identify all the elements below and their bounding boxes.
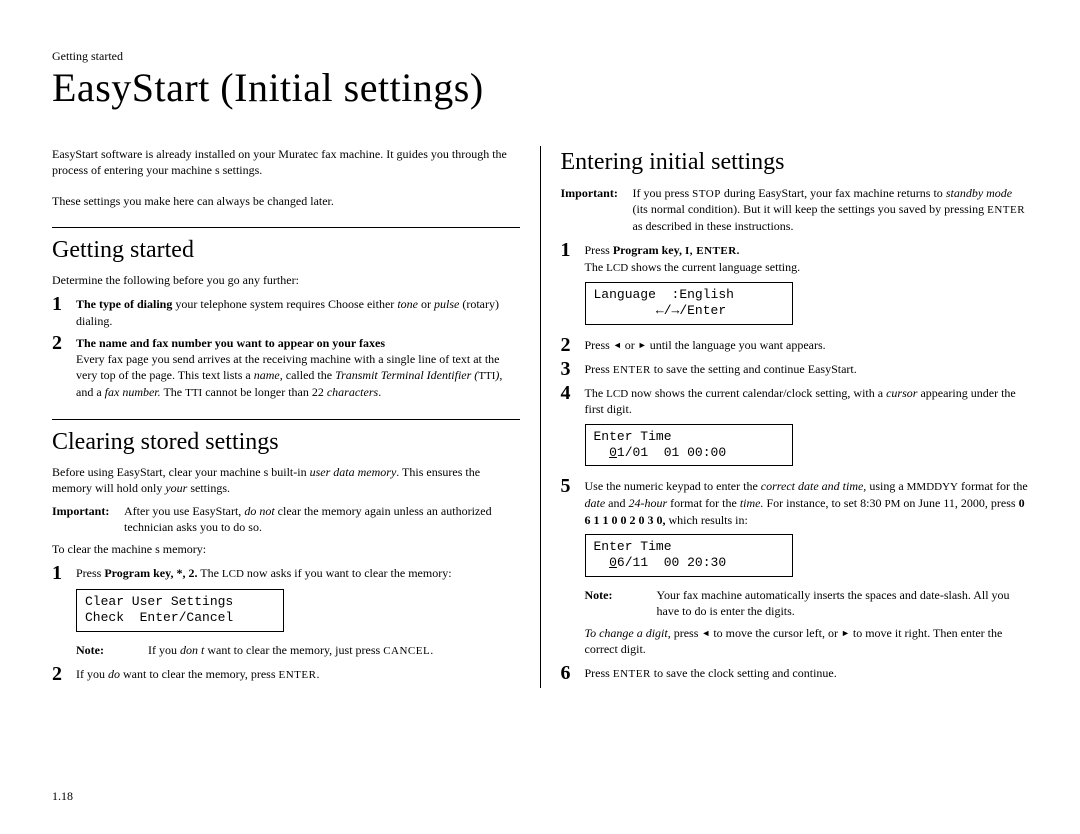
section-entering: Entering initial settings: [561, 146, 1029, 178]
triangle-right-icon: ►: [841, 628, 850, 638]
enter-step-5: 5 Use the numeric keypad to enter the co…: [561, 476, 1029, 528]
clear-step-2: 2 If you do want to clear the memory, pr…: [52, 664, 520, 684]
step-number: 1: [52, 294, 66, 314]
important-label: Important:: [52, 503, 124, 535]
important-row: Important: After you use EasyStart, do n…: [52, 503, 520, 535]
step-body: Press ENTER to save the clock setting an…: [585, 663, 1029, 682]
triangle-left-icon: ◄: [613, 340, 622, 350]
section-clearing: Clearing stored settings: [52, 426, 520, 458]
left-column: EasyStart software is already installed …: [52, 146, 541, 688]
rule: [52, 419, 520, 420]
intro-p1: EasyStart software is already installed …: [52, 146, 520, 178]
section-getting-started: Getting started: [52, 234, 520, 266]
lcd-time-1: Enter Time 01/01 01 00:00: [585, 424, 793, 467]
enter-step-3: 3 Press ENTER to save the setting and co…: [561, 359, 1029, 379]
note-label: Note:: [585, 587, 657, 619]
step-number: 5: [561, 476, 575, 496]
page-number: 1.18: [52, 788, 73, 804]
change-digit: To change a digit, press ◄ to move the c…: [561, 625, 1029, 657]
step-number: 2: [561, 335, 575, 355]
important-label: Important:: [561, 185, 633, 235]
step-body: Press ◄ or ► until the language you want…: [585, 335, 1029, 353]
step-number: 2: [52, 333, 66, 353]
lcd-time-2: Enter Time 06/11 00 20:30: [585, 534, 793, 577]
enter-step-1: 1 Press Program key, I, ENTER. The LCD s…: [561, 240, 1029, 276]
note-text: If you don t want to clear the memory, j…: [148, 642, 520, 659]
important-row: Important: If you press STOP during Easy…: [561, 185, 1029, 235]
step-body: Press ENTER to save the setting and cont…: [585, 359, 1029, 378]
gs-item-2: 2 The name and fax number you want to ap…: [52, 333, 520, 401]
note-label: Note:: [76, 642, 148, 659]
note-text: Your fax machine automatically inserts t…: [657, 587, 1029, 619]
step-body: Use the numeric keypad to enter the corr…: [585, 476, 1029, 528]
gs-item-1: 1 The type of dialing your telephone sys…: [52, 294, 520, 328]
step-body: The LCD now shows the current calendar/c…: [585, 383, 1029, 418]
columns: EasyStart software is already installed …: [52, 146, 1028, 688]
step-body: Press Program key, I, ENTER. The LCD sho…: [585, 240, 1029, 276]
enter-step-2: 2 Press ◄ or ► until the language you wa…: [561, 335, 1029, 355]
enter-step-4: 4 The LCD now shows the current calendar…: [561, 383, 1029, 418]
note-row: Note: Your fax machine automatically ins…: [585, 587, 1029, 619]
lcd-clear: Clear User Settings Check Enter/Cancel: [76, 589, 284, 632]
clearing-p1: Before using EasyStart, clear your machi…: [52, 464, 520, 496]
rule: [52, 227, 520, 228]
step-body: Press Program key, *, 2. The LCD now ask…: [76, 563, 520, 582]
intro-p2: These settings you make here can always …: [52, 193, 520, 209]
triangle-left-icon: ◄: [701, 628, 710, 638]
step-number: 4: [561, 383, 575, 403]
getting-started-lead: Determine the following before you go an…: [52, 272, 520, 288]
important-text: After you use EasyStart, do not clear th…: [124, 503, 520, 535]
running-header: Getting started: [52, 48, 1028, 64]
note-row: Note: If you don t want to clear the mem…: [76, 642, 520, 659]
to-clear: To clear the machine s memory:: [52, 541, 520, 557]
page-title: EasyStart (Initial settings): [52, 66, 1028, 110]
step-number: 6: [561, 663, 575, 683]
step-number: 1: [561, 240, 575, 260]
right-column: Entering initial settings Important: If …: [541, 146, 1029, 688]
step-body: If you do want to clear the memory, pres…: [76, 664, 520, 683]
step-number: 3: [561, 359, 575, 379]
step-body: The type of dialing your telephone syste…: [76, 294, 520, 328]
lcd-language: Language :English ←/→/Enter: [585, 282, 793, 325]
step-body: The name and fax number you want to appe…: [76, 333, 520, 401]
triangle-right-icon: ►: [638, 340, 647, 350]
step-number: 1: [52, 563, 66, 583]
enter-step-6: 6 Press ENTER to save the clock setting …: [561, 663, 1029, 683]
important-text: If you press STOP during EasyStart, your…: [633, 185, 1029, 235]
clear-step-1: 1 Press Program key, *, 2. The LCD now a…: [52, 563, 520, 583]
step-number: 2: [52, 664, 66, 684]
